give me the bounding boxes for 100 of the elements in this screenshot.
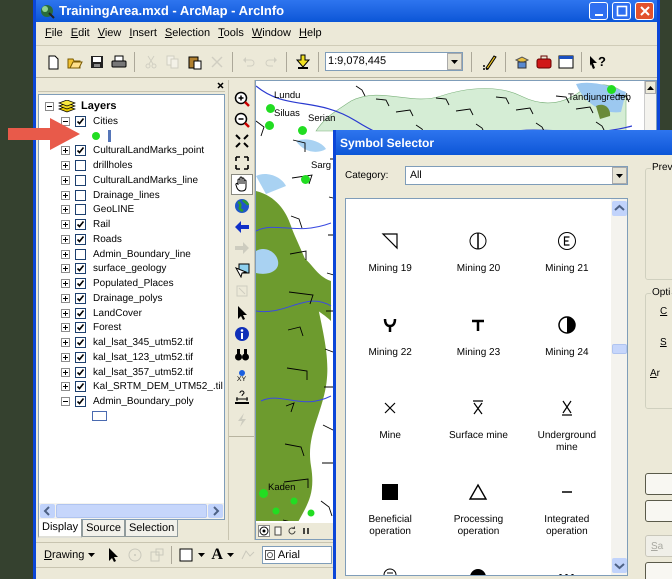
layer-name[interactable]: Kal_SRTM_DEM_UTM52_.til [93,379,223,394]
layer-group-label[interactable]: Layers [81,98,116,115]
expand-icon[interactable] [61,264,70,274]
menu-item[interactable]: Window [252,25,291,42]
layer-name[interactable]: Roads [93,232,122,247]
close-button[interactable] [215,80,225,90]
layer-name[interactable]: Rail [93,217,110,232]
tab[interactable]: Selection [124,520,178,537]
checkbox[interactable] [75,366,86,378]
maximize-button[interactable] [612,2,631,20]
expand-icon[interactable] [61,161,70,170]
symbol-item[interactable]: Mining 24 [522,314,611,398]
symbol-item[interactable]: Mining 20 [434,231,523,314]
checkbox[interactable] [75,381,86,392]
checkbox[interactable] [75,145,86,156]
tab[interactable]: Source [82,520,125,537]
expand-icon[interactable] [61,234,70,244]
city-marker[interactable] [607,85,616,94]
symbol-item[interactable]: Mine [346,398,434,482]
layer-name[interactable]: surface_geology [93,261,166,276]
layer-name[interactable]: Cities [93,114,118,129]
expand-icon[interactable] [61,382,70,392]
expand-icon[interactable] [61,352,70,362]
layer-name[interactable]: kal_lsat_345_utm52.tif [93,335,194,350]
checkbox[interactable] [75,219,86,230]
expand-icon[interactable] [61,368,70,377]
menu-item[interactable]: Insert [129,25,157,42]
expand-icon[interactable] [61,146,70,156]
expand-icon[interactable] [61,279,70,288]
refresh-button[interactable] [286,525,298,537]
checkbox[interactable] [75,190,86,201]
layer-name[interactable]: Admin_Boundary_line [93,246,191,262]
collapse-icon[interactable] [61,397,70,406]
menu-item[interactable]: View [98,25,122,42]
symbol-item[interactable]: Processing operation [434,482,523,565]
up-arrow-icon[interactable] [647,86,654,90]
pause-button[interactable] [300,525,312,537]
dropdown-button[interactable] [447,53,462,70]
font-field[interactable]: Arial [262,546,332,564]
vertical-scrollbar[interactable] [611,199,627,575]
checkbox[interactable] [75,337,86,348]
expand-icon[interactable] [61,250,70,259]
layer-name[interactable]: CulturalLandMarks_point [93,143,204,158]
pan-tool-button[interactable] [230,174,252,195]
layer-name[interactable]: CulturalLandMarks_line [93,172,198,188]
city-marker[interactable] [298,126,307,135]
layer-name[interactable]: Forest [93,320,122,336]
whats-this-button[interactable]: ? [588,50,607,72]
layer-name[interactable]: Populated_Places [93,276,174,292]
symbol-item[interactable]: Mining 23 [434,314,523,398]
collapse-icon[interactable] [45,102,54,111]
expand-icon[interactable] [61,176,70,185]
city-marker[interactable] [266,104,275,113]
expand-icon[interactable] [61,323,70,332]
checkbox[interactable] [75,116,86,127]
menu-item[interactable]: Edit [70,25,90,42]
symbol-item[interactable]: Mining 22 [346,314,434,398]
checkbox[interactable] [75,322,86,334]
menu-item[interactable]: File [45,25,63,42]
category-dropdown[interactable]: All [405,166,628,185]
horizontal-scrollbar[interactable] [39,503,224,519]
layer-name[interactable]: GeoLINE [93,202,134,218]
city-marker[interactable] [265,121,274,130]
symbol-item[interactable]: Underground mine [522,398,611,482]
checkbox[interactable] [75,160,86,172]
scale-field[interactable]: 1:9,078,445 [325,52,463,71]
layer-name[interactable]: Drainage_lines [93,188,160,203]
polygon-symbol-icon[interactable] [92,411,107,422]
symbol-item[interactable]: Mining 21 [522,231,611,314]
symbol-item[interactable]: Beneficial operation [346,482,434,565]
text-tool-button[interactable]: A [211,545,234,565]
expand-icon[interactable] [61,205,70,214]
layer-name[interactable]: kal_lsat_357_utm52.tif [93,364,194,380]
scroll-thumb[interactable] [612,344,626,354]
expand-icon[interactable] [61,190,70,200]
symbol-item[interactable]: Mining 19 [346,231,434,314]
symbol-item[interactable]: Integrated operation [522,482,611,565]
expand-icon[interactable] [61,294,70,303]
collapse-icon[interactable] [61,116,70,126]
drawing-menu-button[interactable]: Drawing [44,546,100,564]
checkbox[interactable] [75,234,86,245]
expand-icon[interactable] [61,338,70,348]
layer-name[interactable]: LandCover [93,306,142,321]
checkbox[interactable] [75,292,86,304]
expand-icon[interactable] [61,220,70,230]
layout-view-button[interactable] [272,525,284,537]
expand-icon[interactable] [61,308,70,318]
checkbox[interactable] [75,278,86,290]
checkbox[interactable] [75,308,86,319]
layer-name[interactable]: Admin_Boundary_poly [93,394,194,410]
layer-name[interactable]: Drainage_polys [93,290,162,306]
caret-icon[interactable] [616,174,623,178]
checkbox[interactable] [75,352,86,363]
checkbox[interactable] [75,174,86,186]
checkbox[interactable] [75,204,86,216]
city-marker[interactable] [301,175,310,184]
layer-name[interactable]: drillholes [93,158,132,174]
menu-item[interactable]: Selection [164,25,210,42]
symbol-item[interactable]: Surface mine [434,398,523,482]
checkbox[interactable] [75,263,86,274]
